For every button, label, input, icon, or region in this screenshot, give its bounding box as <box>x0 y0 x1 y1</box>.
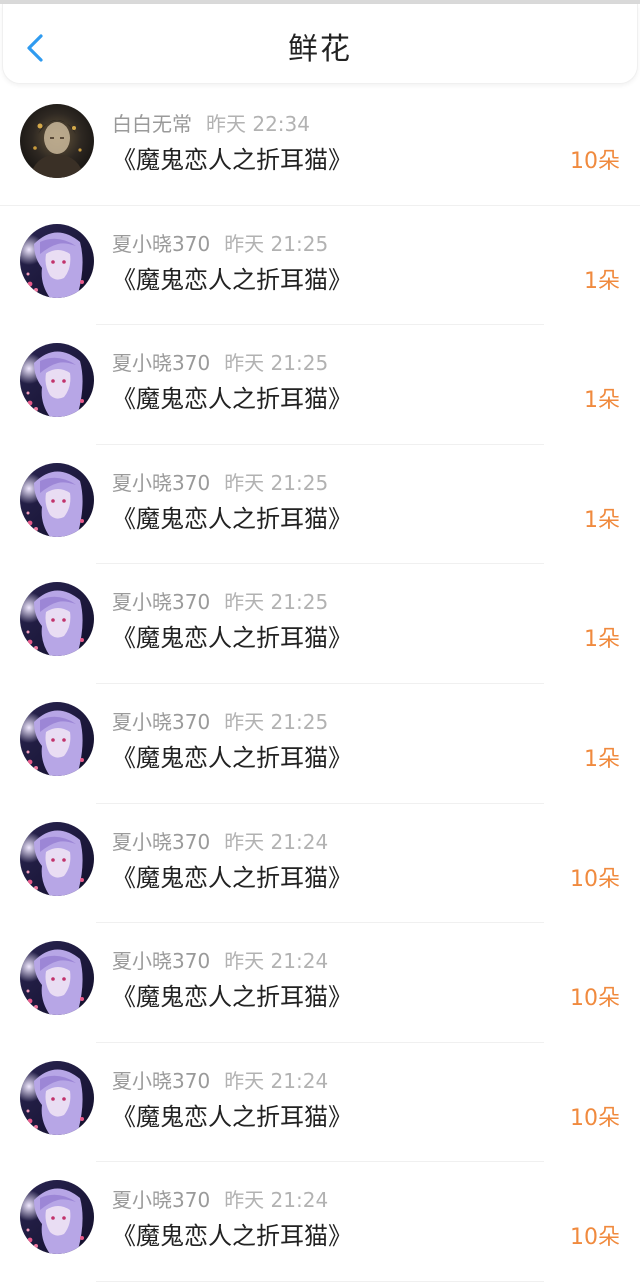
avatar[interactable] <box>20 582 94 657</box>
book-title[interactable]: 《魔鬼恋人之折耳猫》 <box>112 1218 352 1254</box>
avatar[interactable] <box>20 462 94 537</box>
user-name[interactable]: 白白无常 <box>112 112 192 136</box>
avatar[interactable] <box>20 941 94 1016</box>
avatar[interactable] <box>20 104 94 178</box>
flower-count: 10朵 <box>570 986 620 1012</box>
list-item[interactable]: 夏小晓370 昨天 21:25 《魔鬼恋人之折耳猫》 1朵 <box>0 684 640 804</box>
avatar-image <box>20 941 94 1016</box>
book-title[interactable]: 《魔鬼恋人之折耳猫》 <box>112 860 352 896</box>
book-title[interactable]: 《魔鬼恋人之折耳猫》 <box>112 620 352 656</box>
timestamp: 昨天 21:24 <box>224 1188 329 1213</box>
list-item[interactable]: 夏小晓370 昨天 21:25 《魔鬼恋人之折耳猫》 1朵 <box>0 325 640 445</box>
list-item[interactable]: 夏小晓370 昨天 21:24 《魔鬼恋人之折耳猫》 10朵 <box>0 923 640 1043</box>
list-item[interactable]: 夏小晓370 昨天 21:25 《魔鬼恋人之折耳猫》 1朵 <box>0 445 640 565</box>
user-name[interactable]: 夏小晓370 <box>112 590 210 614</box>
list-item[interactable]: 夏小晓370 昨天 21:24 《魔鬼恋人之折耳猫》 10朵 <box>0 804 640 924</box>
user-name[interactable]: 夏小晓370 <box>112 471 210 495</box>
user-name[interactable]: 夏小晓370 <box>112 232 210 256</box>
book-title[interactable]: 《魔鬼恋人之折耳猫》 <box>112 142 352 178</box>
avatar-image <box>20 701 94 776</box>
avatar[interactable] <box>20 1060 94 1135</box>
list-item[interactable]: 白白无常 昨天 22:34 《魔鬼恋人之折耳猫》 10朵 <box>0 86 640 206</box>
timestamp: 昨天 21:25 <box>224 351 329 376</box>
avatar[interactable] <box>20 343 94 418</box>
list-item[interactable]: 夏小晓370 昨天 21:24 《魔鬼恋人之折耳猫》 10朵 <box>0 1043 640 1163</box>
avatar-image <box>20 582 94 657</box>
user-name[interactable]: 夏小晓370 <box>112 1188 210 1212</box>
avatar-image <box>20 104 94 178</box>
timestamp: 昨天 21:24 <box>224 829 329 854</box>
list-item[interactable]: 夏小晓370 昨天 21:25 《魔鬼恋人之折耳猫》 1朵 <box>0 206 640 326</box>
avatar-image <box>20 1180 94 1255</box>
flower-count: 10朵 <box>570 1105 620 1131</box>
timestamp: 昨天 21:24 <box>224 949 329 974</box>
list-item[interactable]: 夏小晓370 昨天 21:25 《魔鬼恋人之折耳猫》 1朵 <box>0 564 640 684</box>
avatar[interactable] <box>20 223 94 298</box>
page-title: 鲜花 <box>288 32 352 67</box>
book-title[interactable]: 《魔鬼恋人之折耳猫》 <box>112 501 352 537</box>
avatar[interactable] <box>20 701 94 776</box>
avatar-image <box>20 1060 94 1135</box>
divider <box>96 1280 544 1282</box>
timestamp: 昨天 21:25 <box>224 590 329 615</box>
avatar-image <box>20 462 94 537</box>
user-name[interactable]: 夏小晓370 <box>112 949 210 973</box>
book-title[interactable]: 《魔鬼恋人之折耳猫》 <box>112 262 352 298</box>
list-item[interactable]: 夏小晓370 昨天 21:24 《魔鬼恋人之折耳猫》 10朵 <box>0 1162 640 1282</box>
avatar[interactable] <box>20 821 94 896</box>
timestamp: 昨天 22:34 <box>206 112 310 136</box>
flower-count: 1朵 <box>584 268 620 294</box>
book-title[interactable]: 《魔鬼恋人之折耳猫》 <box>112 979 352 1015</box>
timestamp: 昨天 21:25 <box>224 231 329 256</box>
timestamp: 昨天 21:25 <box>224 709 329 734</box>
user-name[interactable]: 夏小晓370 <box>112 351 210 375</box>
avatar-image <box>20 223 94 298</box>
flower-count: 1朵 <box>584 388 620 414</box>
flower-count: 10朵 <box>570 149 620 174</box>
timestamp: 昨天 21:25 <box>224 470 329 495</box>
user-name[interactable]: 夏小晓370 <box>112 830 210 854</box>
flower-count: 10朵 <box>570 1225 620 1251</box>
book-title[interactable]: 《魔鬼恋人之折耳猫》 <box>112 381 352 417</box>
flower-count: 1朵 <box>584 746 620 772</box>
user-name[interactable]: 夏小晓370 <box>112 1069 210 1093</box>
flower-count: 1朵 <box>584 627 620 653</box>
timestamp: 昨天 21:24 <box>224 1068 329 1093</box>
book-title[interactable]: 《魔鬼恋人之折耳猫》 <box>112 740 352 776</box>
flower-record-list: 白白无常 昨天 22:34 《魔鬼恋人之折耳猫》 10朵 夏小晓370 昨天 21:… <box>0 86 640 1282</box>
flower-count: 1朵 <box>584 507 620 533</box>
nav-header: 鲜花 <box>2 4 638 84</box>
avatar[interactable] <box>20 1180 94 1255</box>
book-title[interactable]: 《魔鬼恋人之折耳猫》 <box>112 1099 352 1135</box>
user-name[interactable]: 夏小晓370 <box>112 710 210 734</box>
avatar-image <box>20 343 94 418</box>
avatar-image <box>20 821 94 896</box>
flower-count: 10朵 <box>570 866 620 892</box>
